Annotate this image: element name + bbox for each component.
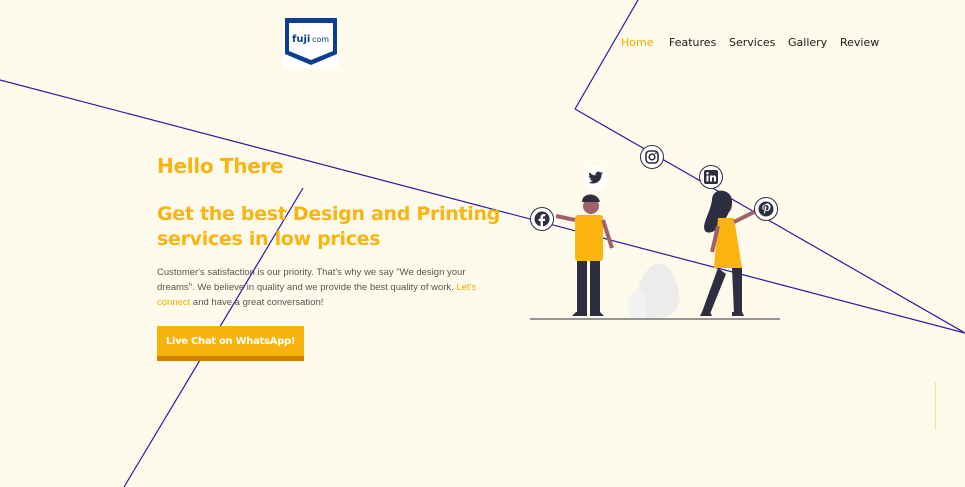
nav-home[interactable]: Home [621,36,653,49]
hero-description-end: and have a great conversation! [190,297,324,308]
brand-logo[interactable]: fuji com [283,18,339,68]
nav-gallery[interactable]: Gallery [788,36,827,49]
hero-illustration [528,140,788,325]
nav-services[interactable]: Services [729,36,775,49]
whatsapp-chat-button[interactable]: Live Chat on WhatsApp! [157,326,304,361]
svg-text:fuji: fuji [292,34,310,45]
nav-features[interactable]: Features [669,36,716,49]
twitter-icon[interactable] [584,166,608,190]
scroll-indicator [935,382,936,430]
hero-description: Customer's satisfaction is our priority.… [157,265,487,310]
pinterest-icon[interactable] [754,197,778,221]
hero-headline: Get the best Design and Printing service… [157,203,501,250]
people-illustration [530,190,780,320]
hero-greeting: Hello There [157,154,284,178]
linkedin-icon[interactable] [699,165,723,189]
nav-review[interactable]: Review [840,36,879,49]
svg-text:com: com [312,35,329,44]
facebook-icon[interactable] [530,207,554,231]
hero-description-text: Customer's satisfaction is our priority.… [157,267,466,293]
instagram-icon[interactable] [640,145,664,169]
